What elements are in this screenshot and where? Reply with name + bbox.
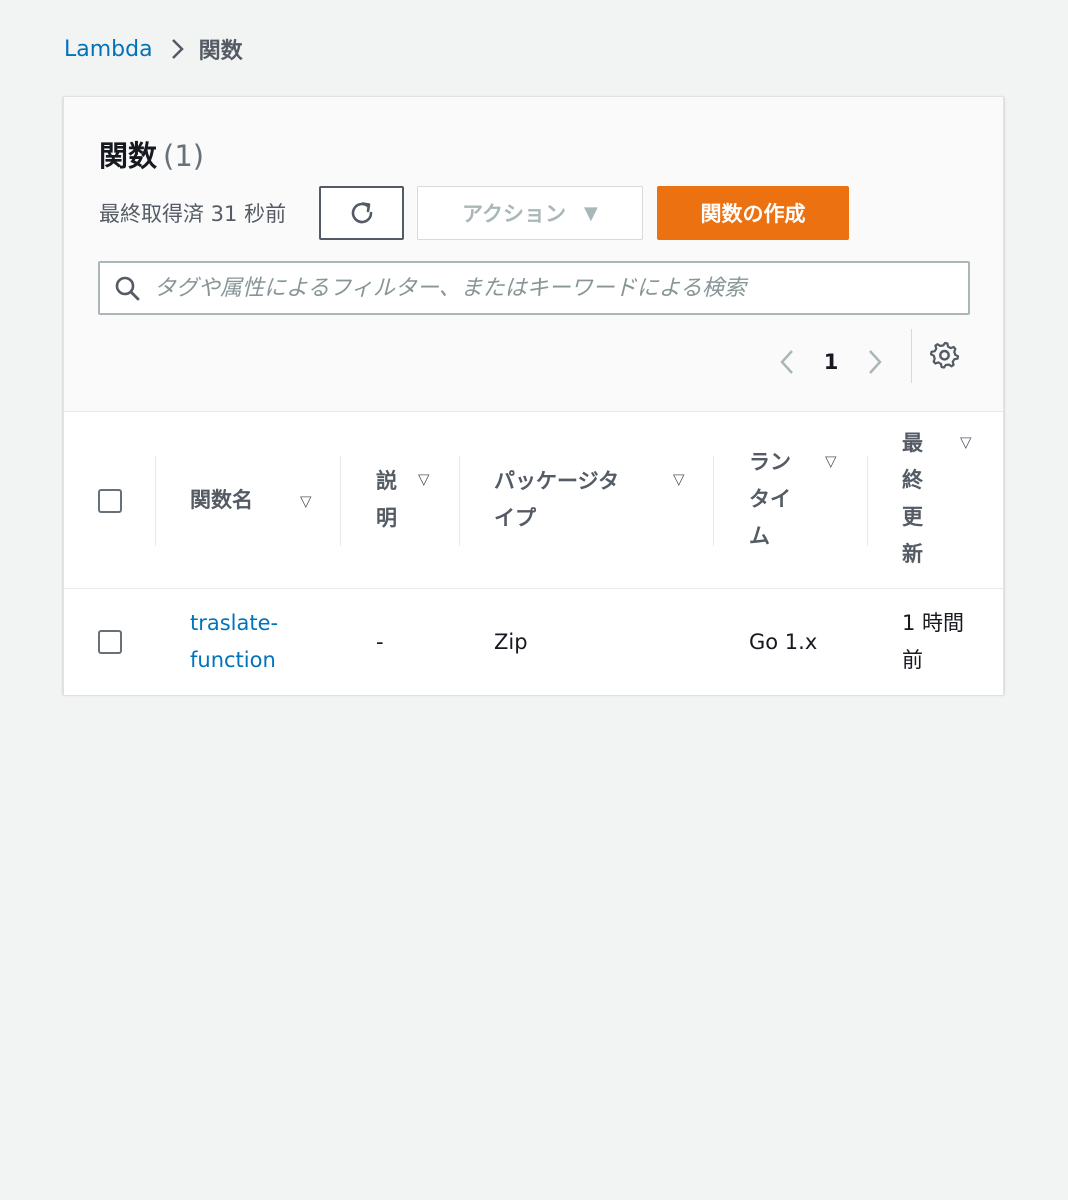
last-fetched-text: 最終取得済 31 秒前 [99, 202, 287, 226]
header-line: 最 [902, 431, 923, 455]
header-line: ム [749, 524, 770, 548]
breadcrumb-lambda-link[interactable]: Lambda [64, 37, 153, 62]
chevron-right-icon [171, 38, 185, 60]
table-header: 関数名 ▽ 説 明 ▽ パッケージタ イプ ▽ ラン タイ ム ▽ 最 終 更 … [64, 411, 1003, 589]
column-header-name[interactable]: 関数名 [190, 482, 253, 519]
select-all-checkbox[interactable] [98, 489, 122, 513]
function-count: (1) [163, 139, 205, 173]
header-line: 新 [902, 542, 923, 566]
create-function-button[interactable]: 関数の作成 [657, 186, 849, 240]
column-header-runtime[interactable]: ラン タイ ム [749, 444, 791, 555]
actions-label: アクション [462, 202, 567, 226]
page-number[interactable]: 1 [802, 350, 860, 374]
search-bar [98, 261, 970, 315]
breadcrumb: Lambda 関数 [64, 34, 243, 65]
column-divider [459, 456, 460, 546]
table-row: traslate- function - Zip Go 1.x 1 時間 前 [64, 589, 1003, 695]
sort-caret-icon[interactable]: ▽ [300, 492, 312, 510]
functions-panel: 関数 (1) 最終取得済 31 秒前 アクション ▼ 関数の作成 タグや属性によ… [63, 96, 1004, 695]
chevron-right-icon[interactable] [860, 348, 890, 376]
caret-down-icon: ▼ [584, 202, 598, 224]
breadcrumb-current: 関数 [198, 39, 243, 64]
refresh-icon [347, 198, 377, 228]
column-header-last-modified[interactable]: 最 終 更 新 [902, 425, 923, 573]
last-modified-line: 1 時間 [902, 611, 965, 635]
description-cell: - [376, 630, 384, 654]
gear-icon[interactable] [930, 340, 960, 370]
column-header-package-type[interactable]: パッケージタ イプ [494, 463, 619, 537]
sort-caret-icon[interactable]: ▽ [418, 470, 430, 488]
runtime-cell: Go 1.x [749, 630, 818, 654]
package-type-cell: Zip [494, 630, 528, 654]
pagination: 1 [772, 337, 890, 387]
header-line: タイ [749, 487, 791, 511]
header-line: 説 [376, 469, 397, 493]
sort-caret-icon[interactable]: ▽ [673, 470, 685, 488]
chevron-left-icon[interactable] [772, 348, 802, 376]
sort-caret-icon[interactable]: ▽ [960, 433, 972, 451]
function-name-link[interactable]: traslate- function [190, 605, 278, 679]
refresh-button[interactable] [319, 186, 404, 240]
header-line: 更 [902, 505, 923, 529]
header-line: イプ [494, 506, 536, 530]
sort-caret-icon[interactable]: ▽ [825, 452, 837, 470]
last-modified-cell: 1 時間 前 [902, 605, 964, 679]
header-line: パッケージタ [494, 469, 620, 493]
function-name-line: traslate- [190, 611, 279, 635]
header-line: 関数名 [190, 488, 253, 512]
pagination-divider [911, 329, 912, 383]
panel-title: 関数 [99, 139, 158, 173]
column-divider [713, 456, 714, 546]
actions-dropdown-button[interactable]: アクション ▼ [417, 186, 643, 240]
header-line: 終 [902, 468, 923, 492]
page-title: 関数 (1) [99, 133, 204, 175]
row-checkbox[interactable] [98, 630, 122, 654]
header-line: 明 [376, 506, 397, 530]
column-divider [340, 456, 341, 546]
column-divider [867, 456, 868, 546]
column-header-description[interactable]: 説 明 [376, 463, 397, 537]
search-input[interactable] [154, 275, 968, 301]
panel-header: 関数 (1) 最終取得済 31 秒前 アクション ▼ 関数の作成 タグや属性によ… [64, 97, 1003, 411]
last-modified-line: 前 [902, 648, 923, 672]
search-icon [114, 275, 140, 301]
function-name-line: function [190, 648, 276, 672]
header-line: ラン [749, 450, 791, 474]
column-divider [155, 456, 156, 546]
